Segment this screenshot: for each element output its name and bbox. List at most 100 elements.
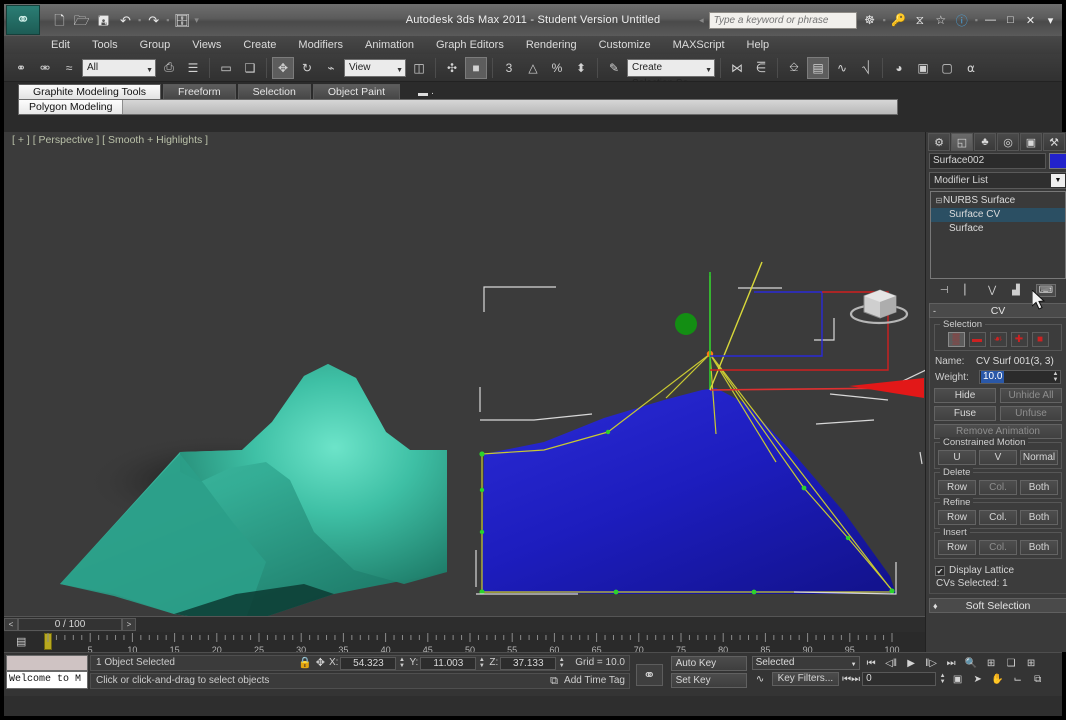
schematic-view-icon[interactable]: ⎷ [855,57,877,79]
minimize-button[interactable]: — [983,14,998,26]
ribbon-minimize-dropdown-icon[interactable]: · [431,88,434,99]
viewport-label[interactable]: [ + ] [ Perspective ] [ Smooth + Highlig… [12,134,208,146]
render-production-icon[interactable]: ⍺ [960,57,982,79]
graphite-modeling-toolbar-icon[interactable]: ▤ [807,56,829,79]
next-frame-button[interactable]: > [122,618,136,631]
redo-dropdown-icon[interactable]: ▪ [166,15,169,25]
all-cvs-icon[interactable]: ■ [1031,332,1049,347]
menu-item-tools[interactable]: Tools [81,36,129,54]
undo-icon[interactable]: ↶ [116,11,135,30]
zoom-icon[interactable]: 🔍 [963,658,980,669]
maxscript-mini-listener[interactable]: Welcome to M [4,653,90,696]
help-dropdown-icon[interactable]: ▪ [975,15,978,25]
z-coordinate-field[interactable]: Z: 37.133 ▲ ▼ [489,656,565,670]
undo-dropdown-icon[interactable]: ▪ [138,15,141,25]
object-name-field[interactable]: Surface002 [929,153,1046,169]
add-time-tag-label[interactable]: Add Time Tag [564,674,625,688]
zoom-all-icon[interactable]: ⊞ [983,658,1000,669]
menu-item-modifiers[interactable]: Modifiers [287,36,354,54]
named-selection-set-dropdown[interactable]: Create Selection Se [627,58,715,89]
modifier-stack-item-nurbs-surface[interactable]: ⊟NURBS Surface [931,194,1065,208]
x-coordinate-field[interactable]: X: 54.323 ▲ ▼ [329,656,405,670]
delete-row-button[interactable]: Row [938,480,976,495]
time-tag-icon[interactable]: ⧉ [550,674,558,688]
layer-manager-icon[interactable]: ⎒ [783,57,805,79]
maximize-viewport-icon[interactable]: ⧉ [1029,674,1046,685]
field-of-view-icon[interactable]: ➤ [969,674,986,685]
select-by-name-icon[interactable]: ☰ [182,57,204,79]
y-coordinate-field[interactable]: Y: 11.003 ▲ ▼ [409,656,485,670]
listener-output-pane[interactable] [6,655,88,671]
constrain-normal-button[interactable]: Normal [1020,450,1058,465]
search-input[interactable] [708,11,857,29]
z-value[interactable]: 37.133 [500,656,557,670]
modifier-stack-item-surface[interactable]: Surface [931,222,1065,236]
ribbon-tab-freeform[interactable]: Freeform [163,84,236,99]
frame-display[interactable]: 0 / 100 [18,618,122,631]
infocenter-expand-icon[interactable]: ◂ [699,15,704,26]
ribbon-tab-selection[interactable]: Selection [237,84,311,99]
ribbon-subtab-polygon-modeling[interactable]: Polygon Modeling [19,100,124,114]
key-filter-curve-icon[interactable]: ∿ [752,674,769,685]
time-ruler[interactable]: ▤ 5 10 15 20 25 30 35 40 45 50 55 60 65 70 75 80 85 90 95 1… [4,632,925,653]
menu-item-rendering[interactable]: Rendering [515,36,588,54]
select-and-move-icon[interactable]: ✥ [272,56,294,79]
current-frame-field[interactable]: 0 [862,672,937,686]
rollout-twisty-icon[interactable]: ♦ [933,599,938,613]
menu-item-maxscript[interactable]: MAXScript [662,36,736,54]
unlink-selection-icon[interactable]: ⚮ [34,57,56,79]
menu-item-animation[interactable]: Animation [354,36,425,54]
save-file-icon[interactable]: 🖪 [94,11,113,30]
weight-spinner[interactable]: 10.0 ▲ ▼ [979,370,1061,384]
x-value[interactable]: 54.323 [340,656,397,670]
open-file-icon[interactable]: 🗁 [72,11,91,30]
create-tab[interactable]: ⚙ [928,133,950,151]
menu-item-views[interactable]: Views [181,36,232,54]
y-value[interactable]: 11.003 [420,656,477,670]
configure-modifier-sets-icon[interactable]: ⌨ [1035,283,1057,297]
delete-col-button[interactable]: Col. [979,480,1017,495]
absolute-relative-mode-icon[interactable]: ✥ [316,656,325,670]
motion-tab[interactable]: ◎ [997,133,1019,151]
exchange-icon[interactable]: ⧖ [912,13,928,28]
set-project-folder-icon[interactable]: 🗄 [172,11,191,30]
make-unique-icon[interactable]: ⋁ [988,285,996,296]
favorites-star-icon[interactable]: ☆ [933,13,949,27]
app-logo-icon[interactable]: ⚭ [6,5,40,35]
column-of-cvs-icon[interactable]: ☙ [989,332,1007,347]
zoom-extents-all-icon[interactable]: ⊞ [1023,658,1040,669]
hierarchy-tab[interactable]: ♣ [974,133,996,151]
insert-row-button[interactable]: Row [938,540,976,555]
lock-selection-icon[interactable]: 🔒 [298,656,312,670]
refine-row-button[interactable]: Row [938,510,976,525]
modifier-stack[interactable]: ⊟NURBS Surface Surface CV Surface [930,191,1066,279]
align-icon[interactable]: ⋶ [750,57,772,79]
new-file-icon[interactable]: 🗋 [50,11,69,30]
hide-button[interactable]: Hide [934,388,996,403]
percent-snap-toggle-icon[interactable]: % [546,57,568,79]
chevron-down-icon[interactable]: ▼ [1051,174,1065,187]
show-end-result-icon[interactable]: ▏ [964,285,972,296]
expand-icon[interactable]: ⊟ [935,195,943,207]
refine-both-button[interactable]: Both [1020,510,1058,525]
subscription-key-icon[interactable]: 🔑 [891,13,907,27]
play-animation-button[interactable]: ▶ [903,658,920,669]
selection-filter-dropdown[interactable]: All [82,58,156,79]
listener-input-pane[interactable]: Welcome to M [6,671,88,689]
reference-coordinate-system-dropdown[interactable]: View [344,58,406,79]
menu-item-help[interactable]: Help [736,36,781,54]
display-tab[interactable]: ▣ [1020,133,1042,151]
x-spinner-icon[interactable]: ▲ ▼ [398,657,405,669]
row-of-cvs-icon[interactable]: ▬ [968,332,986,347]
use-pivot-point-center-icon[interactable]: ◫ [408,57,430,79]
constrain-v-button[interactable]: V [979,450,1017,465]
z-spinner-icon[interactable]: ▲ ▼ [558,657,565,669]
previous-frame-button[interactable]: ◁‖ [883,658,900,669]
material-editor-icon[interactable]: ◕ [888,57,910,79]
maximize-button[interactable]: □ [1003,14,1018,26]
go-to-end-button[interactable]: ⏭ [943,658,960,669]
object-color-swatch[interactable] [1049,153,1066,169]
fuse-button[interactable]: Fuse [934,406,996,421]
key-selection-mode-dropdown[interactable]: Selected [751,656,860,671]
modifier-list-dropdown[interactable]: Modifier List ▼ [929,172,1066,189]
